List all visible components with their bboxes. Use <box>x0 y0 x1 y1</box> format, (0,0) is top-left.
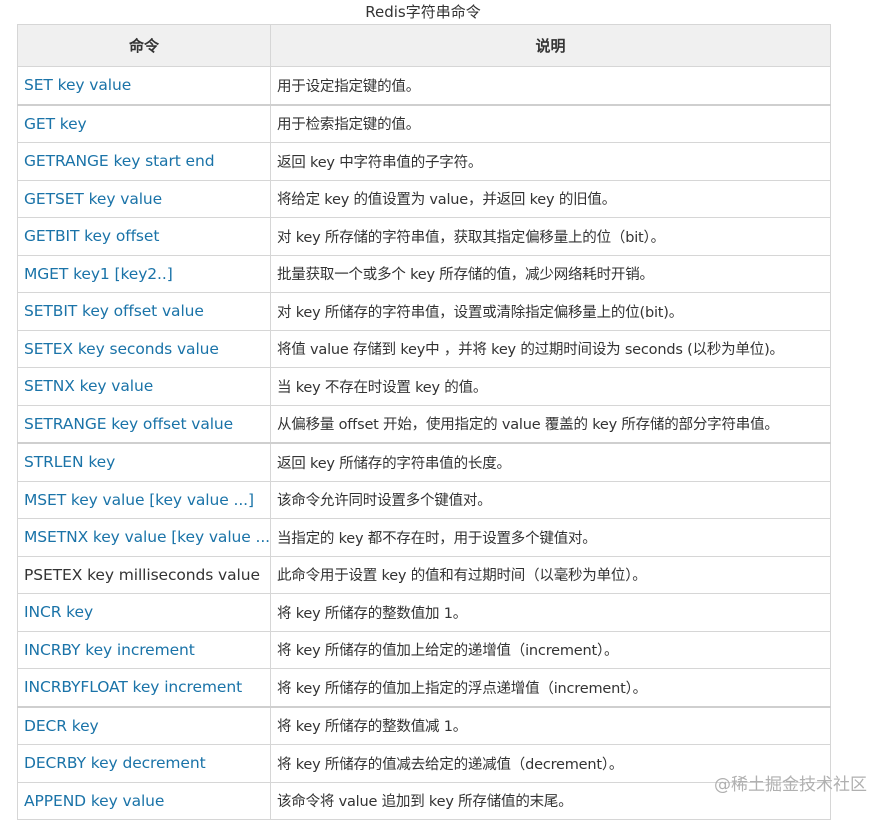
command-description: 当 key 不存在时设置 key 的值。 <box>270 367 831 406</box>
command-link[interactable]: SETEX key seconds value <box>17 329 271 368</box>
command-description: 该命令允许同时设置多个键值对。 <box>270 480 831 519</box>
command-description: 当指定的 key 都不存在时，用于设置多个键值对。 <box>270 518 831 557</box>
command-description: 将 key 所储存的整数值加 1。 <box>270 593 831 632</box>
table-row: STRLEN key 返回 key 所储存的字符串值的长度。 <box>17 442 831 482</box>
command-link[interactable]: SETNX key value <box>17 367 271 406</box>
command-description: 将给定 key 的值设置为 value，并返回 key 的旧值。 <box>270 179 831 218</box>
table-row: INCRBY key increment 将 key 所储存的值加上给定的递增值（… <box>17 630 831 669</box>
command-description: 从偏移量 offset 开始，使用指定的 value 覆盖的 key 所存储的部… <box>270 404 831 444</box>
command-link[interactable]: SETBIT key offset value <box>17 292 271 331</box>
command-link[interactable]: MSETNX key value [key value ...] <box>17 518 271 557</box>
command-link[interactable]: INCRBYFLOAT key increment <box>17 668 271 707</box>
table-row: SETNX key value 当 key 不存在时设置 key 的值。 <box>17 367 831 406</box>
command-text: PSETEX key milliseconds value <box>17 555 271 594</box>
table-row: PSETEX key milliseconds value 此命令用于设置 key… <box>17 555 831 594</box>
header-description: 说明 <box>270 24 831 67</box>
table-row: APPEND key value 该命令将 value 追加到 key 所存储值的… <box>17 781 831 820</box>
table-row: GETBIT key offset 对 key 所存储的字符串值，获取其指定偏移量… <box>17 217 831 256</box>
command-description: 用于设定指定键的值。 <box>270 66 831 105</box>
command-description: 将 key 所储存的值加上给定的递增值（increment）。 <box>270 630 831 669</box>
command-description: 将 key 所储存的整数值减 1。 <box>270 705 831 745</box>
command-description: 批量获取一个或多个 key 所存储的值，减少网络耗时开销。 <box>270 254 831 293</box>
watermark: @稀土掘金技术社区 <box>714 775 867 795</box>
redis-string-commands-table: 命令 说明 SET key value 用于设定指定键的值。 GET key 用于检索… <box>17 24 831 820</box>
command-description: 返回 key 所储存的字符串值的长度。 <box>270 442 831 482</box>
command-link[interactable]: STRLEN key <box>17 442 271 482</box>
command-link[interactable]: INCRBY key increment <box>17 630 271 669</box>
command-link[interactable]: GETBIT key offset <box>17 217 271 256</box>
table-row: MSET key value [key value ...] 该命令允许同时设置多… <box>17 480 831 519</box>
table-row: GET key 用于检索指定键的值。 <box>17 103 831 143</box>
command-description: 将值 value 存储到 key中 ，并将 key 的过期时间设为 second… <box>270 329 831 368</box>
table-row: SETRANGE key offset value 从偏移量 offset 开始，… <box>17 404 831 444</box>
table-header-row: 命令 说明 <box>17 24 831 67</box>
command-description: 对 key 所储存的字符串值，设置或清除指定偏移量上的位(bit)。 <box>270 292 831 331</box>
table-row: MSETNX key value [key value ...] 当指定的 key… <box>17 518 831 557</box>
command-link[interactable]: GET key <box>17 103 271 143</box>
command-link[interactable]: DECRBY key decrement <box>17 744 271 783</box>
table-row: INCRBYFLOAT key increment 将 key 所储存的值加上指定… <box>17 668 831 707</box>
table-row: SETBIT key offset value 对 key 所储存的字符串值，设置… <box>17 292 831 331</box>
header-command: 命令 <box>17 24 271 67</box>
command-link[interactable]: INCR key <box>17 593 271 632</box>
command-link[interactable]: GETRANGE key start end <box>17 142 271 181</box>
command-link[interactable]: SETRANGE key offset value <box>17 404 271 444</box>
command-link[interactable]: APPEND key value <box>17 781 271 820</box>
table-caption: Redis字符串命令 <box>365 3 481 21</box>
table-row: DECR key 将 key 所储存的整数值减 1。 <box>17 705 831 745</box>
table-row: GETRANGE key start end 返回 key 中字符串值的子字符。 <box>17 142 831 181</box>
command-link[interactable]: MGET key1 [key2..] <box>17 254 271 293</box>
command-description: 返回 key 中字符串值的子字符。 <box>270 142 831 181</box>
table-row: DECRBY key decrement 将 key 所储存的值减去给定的递减值（… <box>17 744 831 783</box>
command-link[interactable]: DECR key <box>17 705 271 745</box>
command-description: 用于检索指定键的值。 <box>270 103 831 143</box>
command-link[interactable]: SET key value <box>17 66 271 105</box>
command-description: 此命令用于设置 key 的值和有过期时间（以毫秒为单位）。 <box>270 555 831 594</box>
command-description: 对 key 所存储的字符串值，获取其指定偏移量上的位（bit）。 <box>270 217 831 256</box>
command-link[interactable]: MSET key value [key value ...] <box>17 480 271 519</box>
table-row: INCR key 将 key 所储存的整数值加 1。 <box>17 593 831 632</box>
table-row: SETEX key seconds value 将值 value 存储到 key中… <box>17 329 831 368</box>
table-row: MGET key1 [key2..] 批量获取一个或多个 key 所存储的值，减少… <box>17 254 831 293</box>
table-row: GETSET key value 将给定 key 的值设置为 value，并返回 … <box>17 179 831 218</box>
command-link[interactable]: GETSET key value <box>17 179 271 218</box>
table-row: SET key value 用于设定指定键的值。 <box>17 66 831 105</box>
command-description: 将 key 所储存的值加上指定的浮点递增值（increment）。 <box>270 668 831 707</box>
